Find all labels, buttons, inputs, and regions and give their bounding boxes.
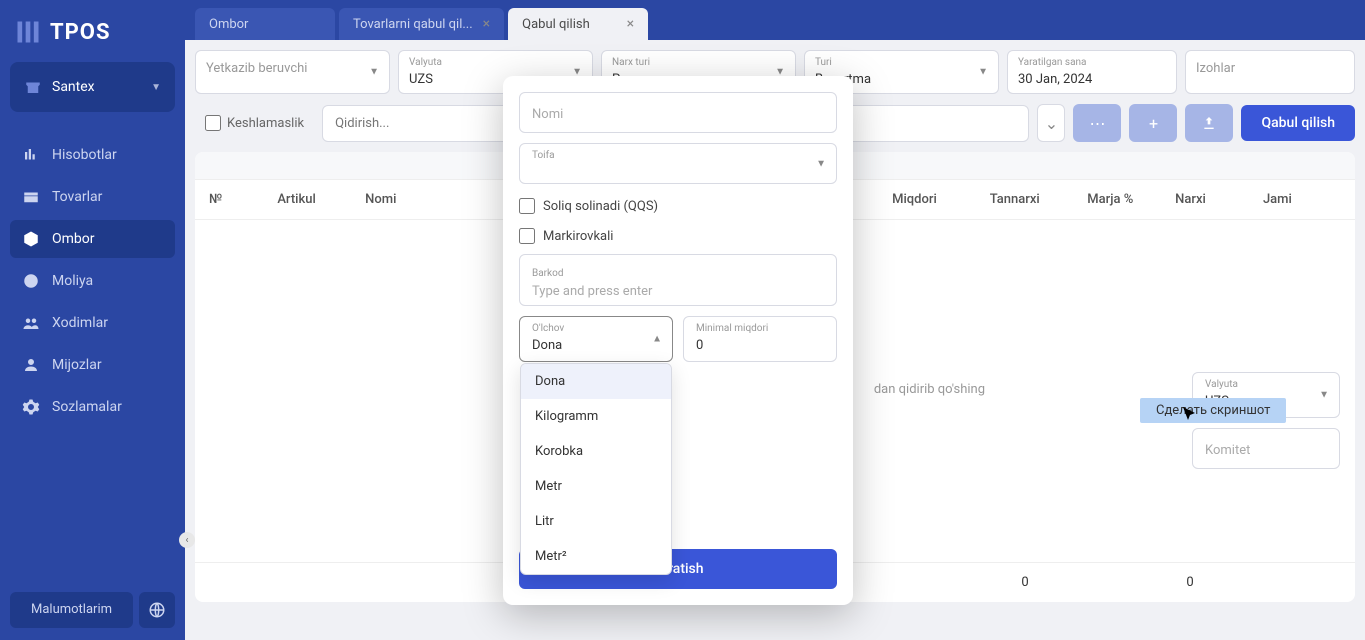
screenshot-tooltip: Сделать скриншот	[1140, 398, 1286, 423]
modal-overlay[interactable]	[0, 0, 1365, 640]
